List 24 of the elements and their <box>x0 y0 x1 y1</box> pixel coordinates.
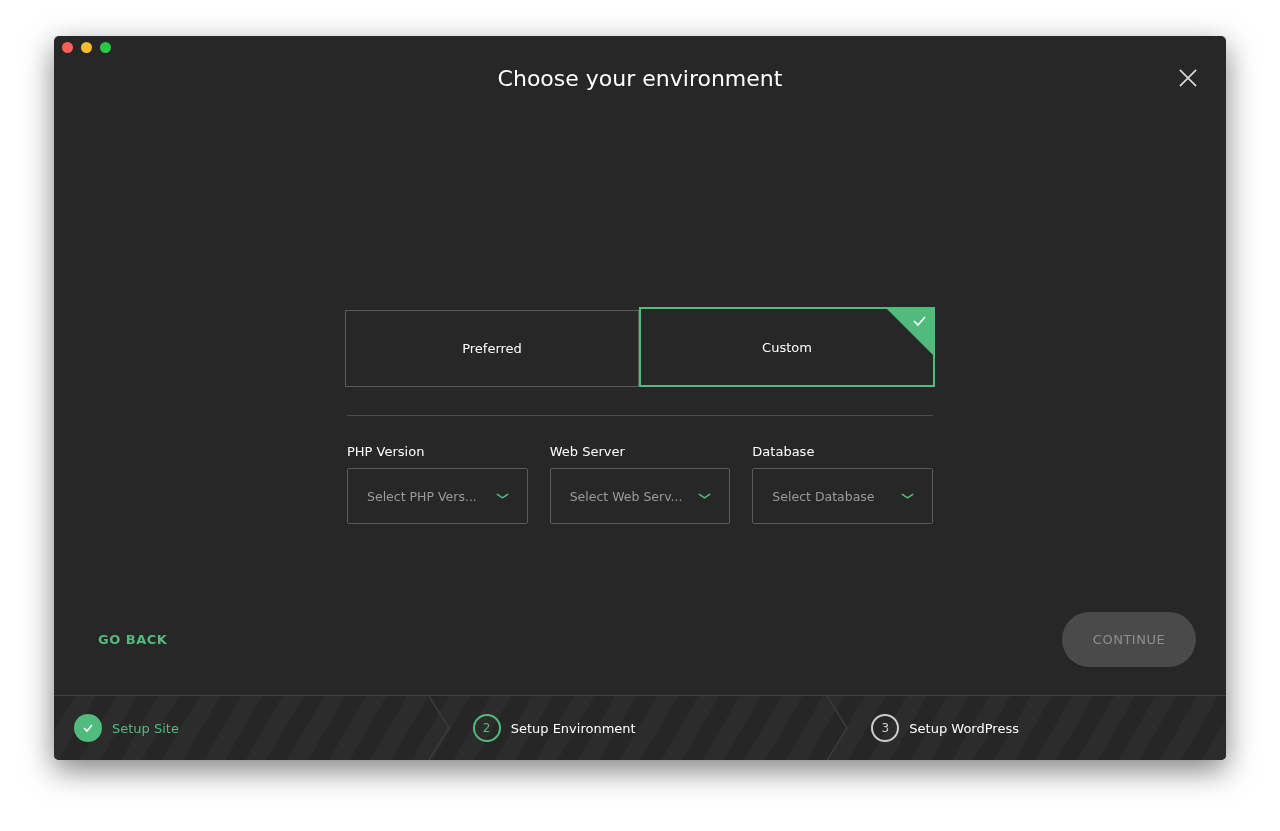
field-label: PHP Version <box>347 444 425 459</box>
environment-option[interactable]: Custom <box>639 307 935 387</box>
check-corner-icon <box>886 308 934 356</box>
window-title: Choose your environment <box>497 66 783 93</box>
step-label: Setup Environment <box>510 720 636 736</box>
field-label: Database <box>752 444 815 459</box>
close-window-icon[interactable] <box>62 42 73 53</box>
select-field[interactable]: Select Web Serv... <box>549 468 731 524</box>
zoom-window-icon[interactable] <box>100 42 111 53</box>
step-label: Setup Site <box>112 720 179 736</box>
chevron-down-icon <box>698 492 712 500</box>
step-number: 3 <box>871 714 900 742</box>
chevron-down-icon <box>901 492 914 500</box>
close-icon[interactable] <box>1179 69 1197 87</box>
chevron-down-icon <box>495 492 509 500</box>
step-check-icon <box>74 714 102 742</box>
environment-option[interactable]: Preferred <box>345 310 639 387</box>
select-field[interactable]: Select PHP Vers... <box>347 468 528 524</box>
field-label: Web Server <box>549 444 625 459</box>
minimize-window-icon[interactable] <box>81 42 92 53</box>
step-number: 2 <box>472 714 501 742</box>
go-back-link[interactable]: GO BACK <box>98 632 168 647</box>
select-field[interactable]: Select Database <box>752 468 933 524</box>
step-label: Setup WordPress <box>909 720 1019 736</box>
